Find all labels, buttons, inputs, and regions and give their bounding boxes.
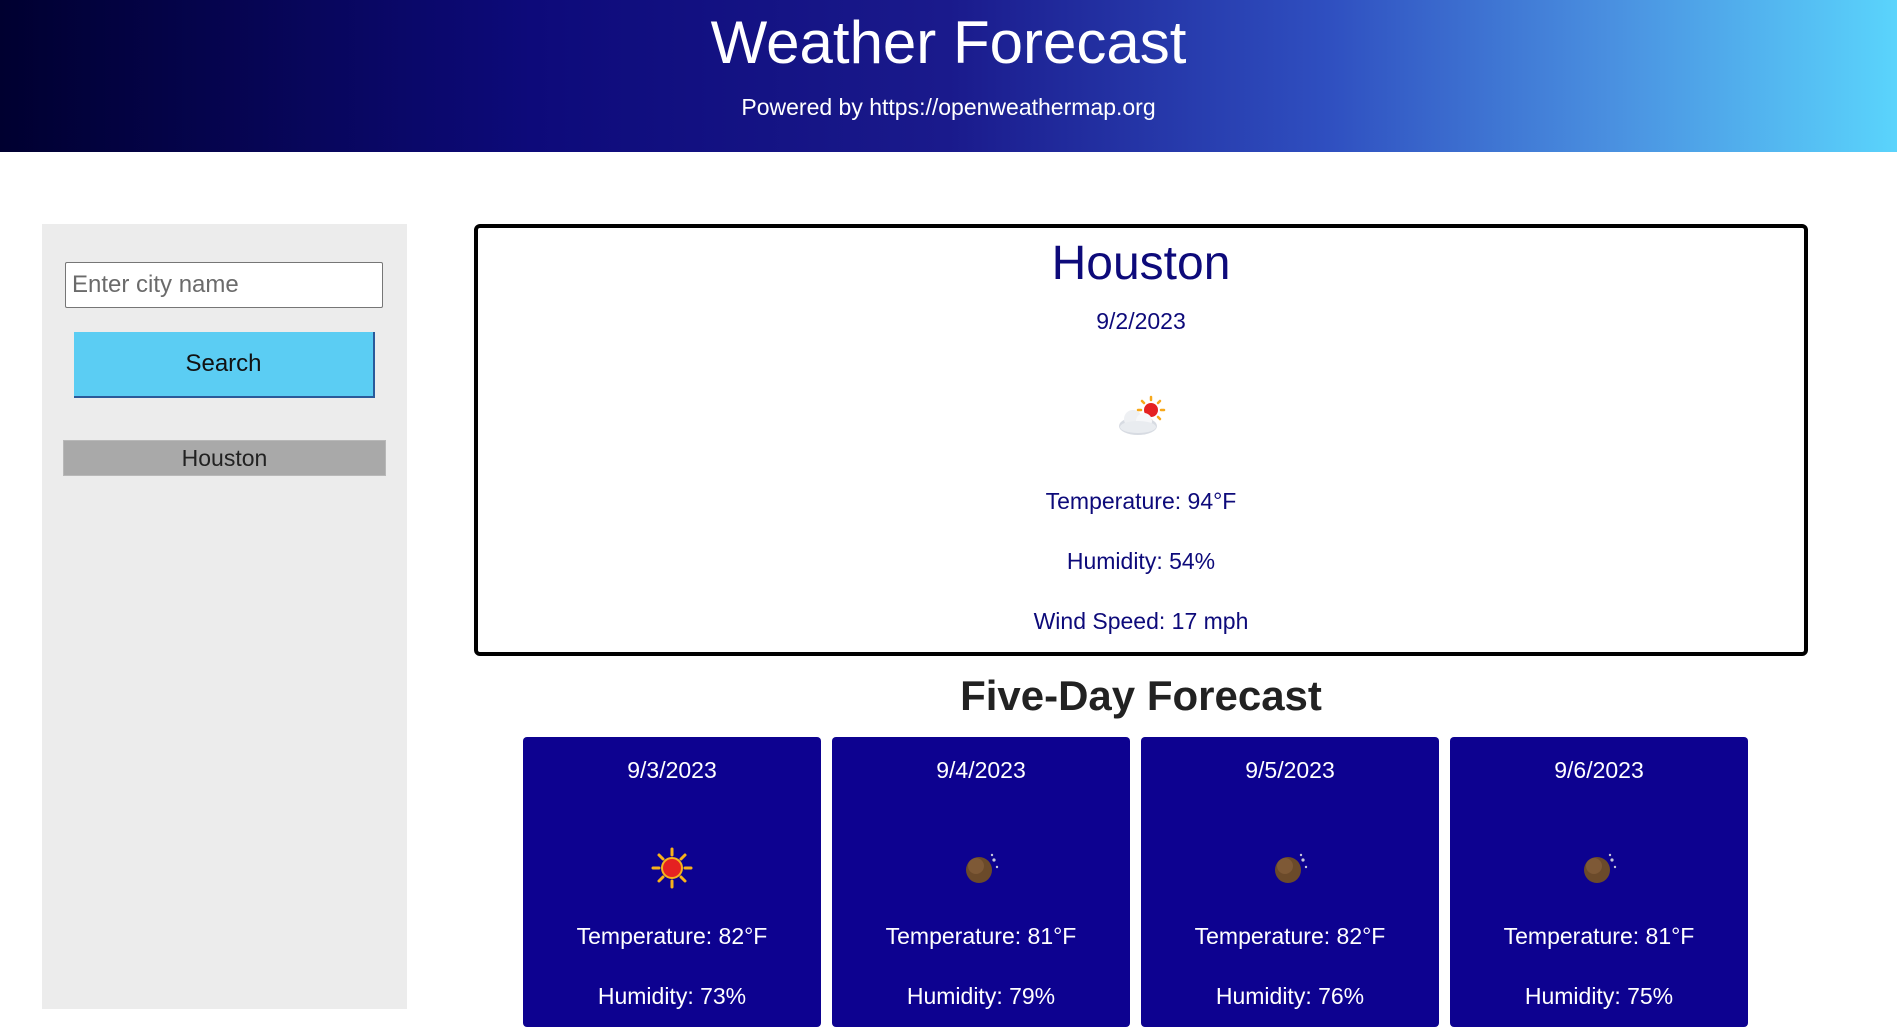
current-temperature: Temperature: 94°F (1045, 488, 1237, 514)
history-city-button[interactable]: Houston (63, 440, 386, 476)
search-sidebar: Search Houston (42, 224, 407, 1009)
clear-night-icon (1450, 843, 1748, 893)
clear-sky-icon (523, 843, 821, 893)
forecast-humidity: Humidity: 79% (906, 983, 1056, 1009)
forecast-temperature: Temperature: 82°F (1194, 923, 1386, 949)
forecast-temperature: Temperature: 82°F (576, 923, 768, 949)
forecast-card: 9/6/2023 Temperature: 81°F Humidity: 75% (1450, 737, 1748, 1027)
five-day-forecast-title: Five-Day Forecast (960, 672, 1322, 719)
city-search-input[interactable] (65, 262, 383, 308)
page-subtitle: Powered by https://openweathermap.org (741, 94, 1156, 120)
forecast-card: 9/5/2023 Temperature: 82°F Humidity: 76% (1141, 737, 1439, 1027)
current-weather-card: Houston 9/2/2023 Temperature: 94°F Humid… (474, 224, 1808, 656)
current-date: 9/2/2023 (1096, 308, 1186, 334)
forecast-humidity: Humidity: 73% (597, 983, 747, 1009)
forecast-temperature: Temperature: 81°F (885, 923, 1077, 949)
search-button[interactable]: Search (74, 332, 375, 398)
forecast-card: 9/3/2023 Temperature: 82°F Humidity: 73% (523, 737, 821, 1027)
few-clouds-day-icon (478, 388, 1804, 448)
forecast-card: 9/4/2023 Temperature: 81°F Humidity: 79% (832, 737, 1130, 1027)
forecast-date: 9/4/2023 (936, 757, 1026, 783)
page-title: Weather Forecast (710, 9, 1187, 76)
forecast-temperature: Temperature: 81°F (1503, 923, 1695, 949)
page-header: Weather Forecast Powered by https://open… (0, 0, 1897, 152)
clear-night-icon (1141, 843, 1439, 893)
forecast-date: 9/3/2023 (627, 757, 717, 783)
forecast-humidity: Humidity: 76% (1215, 983, 1365, 1009)
current-city-name: Houston (1051, 237, 1231, 290)
forecast-date: 9/5/2023 (1245, 757, 1335, 783)
forecast-date: 9/6/2023 (1554, 757, 1644, 783)
current-wind-speed: Wind Speed: 17 mph (1033, 608, 1249, 634)
clear-night-icon (832, 843, 1130, 893)
current-humidity: Humidity: 54% (1066, 548, 1216, 574)
forecast-humidity: Humidity: 75% (1524, 983, 1674, 1009)
